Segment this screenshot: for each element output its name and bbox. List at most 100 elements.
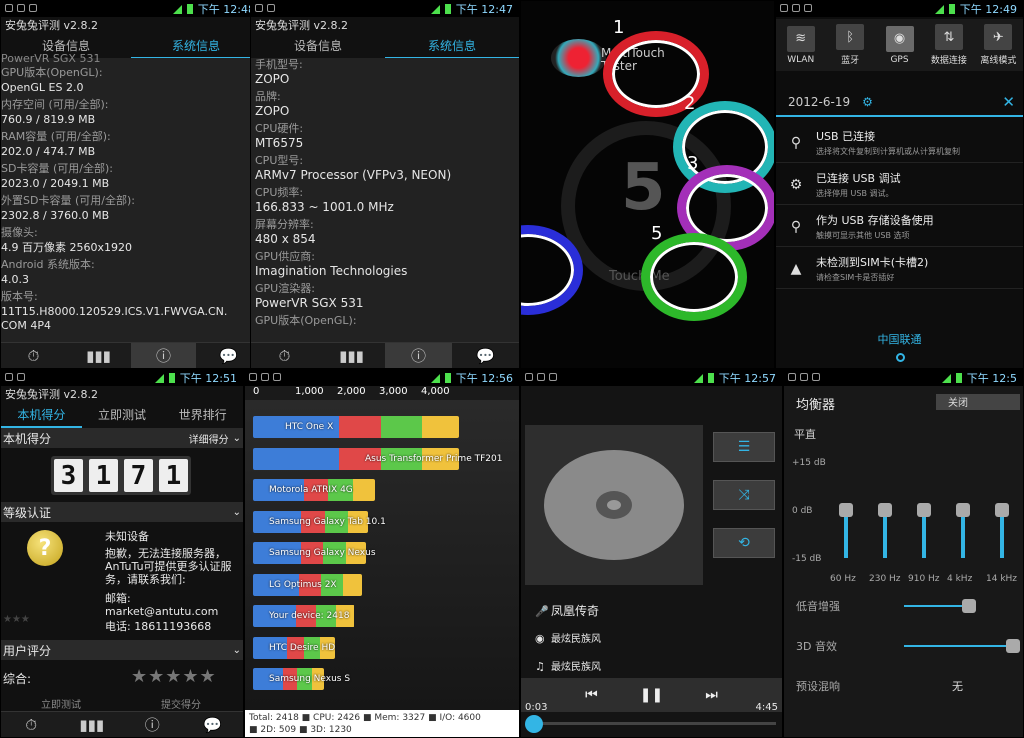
score-digit: 1 bbox=[159, 459, 188, 492]
3d-slider[interactable] bbox=[904, 645, 1008, 647]
eq-slider[interactable] bbox=[883, 510, 887, 558]
clipped-top-value: PowerVR SGX 531 bbox=[1, 52, 101, 65]
android-icon: ⚙ bbox=[789, 176, 803, 193]
quick-settings: ≋ WLAN ᛒ 蓝牙 ◉ GPS ⇅ 数据连接 ✈ 离线模式 bbox=[776, 19, 1023, 71]
bar-segment-d3 bbox=[367, 479, 375, 501]
status-time: 下午 12:49 bbox=[959, 3, 1017, 16]
rating-header: 用户评分 ⌄ bbox=[1, 640, 243, 660]
tab-world-rank[interactable]: 世界排行 bbox=[162, 406, 243, 429]
info-label: GPU版本(OpenGL): bbox=[255, 314, 357, 327]
chevron-down-icon[interactable]: ⌄ bbox=[233, 433, 241, 444]
eq-knob[interactable] bbox=[839, 503, 853, 517]
eq-knob[interactable] bbox=[956, 503, 970, 517]
info-label: CPU频率: bbox=[255, 186, 304, 199]
warning-icon: ▲ bbox=[790, 260, 802, 277]
info-value: 4.9 百万像素 2560x1920 bbox=[1, 241, 132, 254]
eq-band-label: 60 Hz bbox=[830, 574, 856, 584]
info-value: 480 x 854 bbox=[255, 232, 316, 246]
status-bar: 下午 12:48 bbox=[1, 1, 261, 17]
stopwatch-icon[interactable]: ⏱ bbox=[251, 343, 318, 368]
bars-icon[interactable]: ▮▮▮ bbox=[62, 712, 123, 737]
preset-label[interactable]: 平直 bbox=[794, 426, 816, 442]
chat-icon[interactable]: 💬 bbox=[183, 712, 244, 737]
eq-knob[interactable] bbox=[995, 503, 1009, 517]
db-mid-label: 0 dB bbox=[792, 506, 813, 516]
status-time: 下午 12:47 bbox=[455, 3, 513, 16]
eq-slider[interactable] bbox=[922, 510, 926, 558]
status-bar: 下午 12:49 bbox=[776, 1, 1023, 17]
stopwatch-icon[interactable]: ⏱ bbox=[1, 343, 66, 368]
info-value: 11T15.H8000.120529.ICS.V1.FWVGA.CN. bbox=[1, 305, 228, 318]
progress-track[interactable] bbox=[527, 722, 776, 725]
shuffle-button[interactable]: ⤨ bbox=[713, 480, 775, 510]
bass-knob[interactable] bbox=[962, 599, 976, 613]
close-icon[interactable]: ✕ bbox=[1002, 93, 1015, 111]
eq-knob[interactable] bbox=[878, 503, 892, 517]
stars-dim: ★★★ bbox=[3, 614, 30, 625]
repeat-button[interactable]: ⟲ bbox=[713, 528, 775, 558]
notification-subtitle: 选择停用 USB 调试。 bbox=[816, 189, 894, 198]
eq-knob[interactable] bbox=[917, 503, 931, 517]
info-icon[interactable]: ⓘ bbox=[385, 343, 452, 368]
notification-title: 未检测到SIM卡(卡槽2) bbox=[816, 256, 929, 269]
eq-slider[interactable] bbox=[1000, 510, 1004, 558]
eq-slider[interactable] bbox=[844, 510, 848, 558]
stopwatch-icon[interactable]: ⏱ bbox=[1, 712, 62, 737]
quick-airplane[interactable]: ✈ 离线模式 bbox=[974, 19, 1023, 71]
quick-wlan[interactable]: ≋ WLAN bbox=[776, 19, 825, 71]
previous-button[interactable]: ⏮ bbox=[585, 687, 598, 703]
info-icon[interactable]: ⓘ bbox=[131, 343, 196, 368]
x-tick-label: 2,000 bbox=[336, 386, 366, 397]
eq-band-label: 230 Hz bbox=[869, 574, 901, 584]
notification-item[interactable]: ⚲ 作为 USB 存储设备使用 触摸可显示其他 USB 选项 bbox=[776, 207, 1023, 247]
submit-score-button[interactable]: 提交得分 bbox=[161, 696, 201, 711]
bars-icon[interactable]: ▮▮▮ bbox=[66, 343, 131, 368]
playlist-button[interactable]: ☰ bbox=[713, 432, 775, 462]
next-button[interactable]: ⏭ bbox=[705, 687, 718, 703]
date-label: 2012-6-19 bbox=[788, 95, 851, 109]
chat-icon[interactable]: 💬 bbox=[452, 343, 519, 368]
notification-item[interactable]: ⚙ 已连接 USB 调试 选择停用 USB 调试。 bbox=[776, 165, 1023, 205]
info-value: Imagination Technologies bbox=[255, 264, 408, 278]
chevron-down-icon[interactable]: ⌄ bbox=[233, 507, 241, 518]
bar-segment-d2 bbox=[342, 573, 356, 596]
pause-button[interactable]: ❚❚ bbox=[640, 687, 663, 703]
quick-data[interactable]: ⇅ 数据连接 bbox=[924, 19, 973, 71]
tab-test-now[interactable]: 立即测试 bbox=[82, 406, 163, 429]
footer-line-2: ■ 2D: 509 ■ 3D: 1230 bbox=[249, 725, 352, 735]
3d-effect-label: 3D 音效 bbox=[796, 640, 837, 653]
detail-link[interactable]: 详细得分 bbox=[189, 431, 229, 446]
eq-slider[interactable] bbox=[961, 510, 965, 558]
test-now-button[interactable]: 立即测试 bbox=[41, 696, 81, 711]
info-label: CPU型号: bbox=[255, 154, 304, 167]
info-icon[interactable]: ⓘ bbox=[122, 712, 183, 737]
info-value: 202.0 / 474.7 MB bbox=[1, 145, 96, 158]
rating-stars[interactable]: ★★★★★ bbox=[131, 666, 217, 687]
tab-system-info[interactable]: 系统信息 bbox=[385, 37, 519, 60]
info-value: PowerVR SGX 531 bbox=[255, 296, 364, 310]
quick-gps[interactable]: ◉ GPS bbox=[875, 19, 924, 71]
panel-multitouch[interactable]: MultiTouch Tester 5 Touch Me 1 2 3 5 bbox=[520, 0, 775, 369]
notification-item[interactable]: ⚲ USB 已连接 选择将文件复制到计算机或从计算机复制 bbox=[776, 123, 1023, 163]
quick-bluetooth[interactable]: ᛒ 蓝牙 bbox=[825, 19, 874, 71]
notification-item[interactable]: ▲ 未检测到SIM卡(卡槽2) 请检查SIM卡是否插好 bbox=[776, 249, 1023, 289]
info-value: OpenGL ES 2.0 bbox=[1, 81, 84, 94]
score-bar[interactable] bbox=[253, 416, 459, 438]
bar-label: Asus Transformer Prime TF201 bbox=[365, 453, 503, 464]
eq-toggle[interactable]: 关闭 bbox=[936, 394, 1020, 410]
3d-knob[interactable] bbox=[1006, 639, 1020, 653]
reverb-value[interactable]: 无 bbox=[952, 678, 963, 694]
x-tick-label: 3,000 bbox=[378, 386, 408, 397]
info-label: 版本号: bbox=[1, 290, 38, 303]
tab-my-score[interactable]: 本机得分 bbox=[1, 406, 82, 429]
bars-icon[interactable]: ▮▮▮ bbox=[318, 343, 385, 368]
progress-thumb[interactable] bbox=[525, 715, 543, 733]
chevron-down-icon[interactable]: ⌄ bbox=[233, 645, 241, 656]
tab-device-info[interactable]: 设备信息 bbox=[251, 37, 385, 60]
info-value: ZOPO bbox=[255, 104, 290, 118]
drag-handle-icon[interactable] bbox=[896, 353, 905, 362]
phone-text[interactable]: 电话: 18611193668 bbox=[105, 620, 243, 633]
settings-icon[interactable]: ⚙ bbox=[862, 95, 873, 109]
email-text[interactable]: 邮箱: market@antutu.com bbox=[105, 592, 243, 618]
circle-label-1: 1 bbox=[613, 17, 625, 38]
